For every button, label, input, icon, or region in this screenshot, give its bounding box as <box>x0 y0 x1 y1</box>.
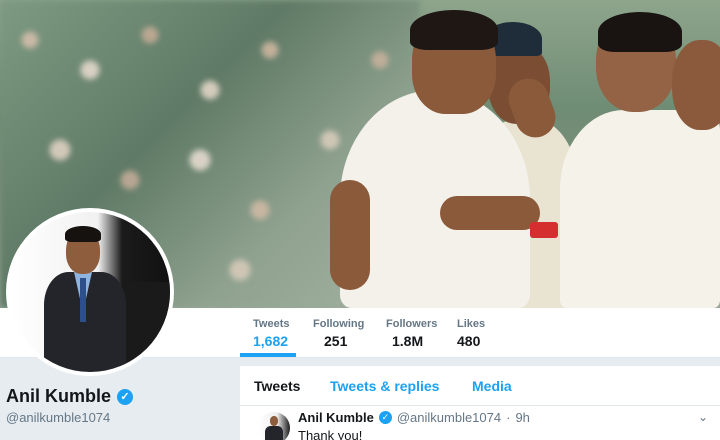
profile-name[interactable]: Anil Kumble ✓ <box>6 386 134 407</box>
banner-jersey-logo <box>530 222 558 238</box>
profile-handle[interactable]: @anilkumble1074 <box>6 410 110 425</box>
avatar-hair <box>65 226 101 242</box>
tab-tweets-and-replies[interactable]: Tweets & replies <box>330 378 439 394</box>
tweet-separator: · <box>506 410 511 425</box>
tab-media[interactable]: Media <box>472 378 512 394</box>
stat-likes[interactable]: Likes 480 <box>457 318 485 349</box>
avatar-background-shape <box>122 282 170 372</box>
banner-player-hair <box>598 12 682 52</box>
banner-player-head <box>672 40 720 130</box>
avatar-tie <box>80 278 86 322</box>
active-stat-underline <box>240 353 296 357</box>
stat-following[interactable]: Following 251 <box>313 318 364 349</box>
banner-player-figure <box>560 110 720 308</box>
tab-tweets[interactable]: Tweets <box>254 378 300 394</box>
avatar-photo <box>10 212 170 372</box>
tweet-header: Anil Kumble ✓ @anilkumble1074 · 9h <box>298 410 530 425</box>
twitter-profile-page: Tweets 1,682 Following 251 Followers 1.8… <box>0 0 720 440</box>
tweet-author-avatar[interactable] <box>258 412 290 440</box>
stat-likes-value: 480 <box>457 333 481 349</box>
stat-followers[interactable]: Followers 1.8M <box>386 318 437 349</box>
profile-avatar[interactable] <box>6 208 174 376</box>
banner-player-hair <box>410 10 498 50</box>
banner-player-arm <box>440 196 540 230</box>
stat-following-value: 251 <box>324 333 348 349</box>
chevron-down-icon[interactable]: ⌄ <box>698 410 708 424</box>
tweet-author-name[interactable]: Anil Kumble <box>298 410 374 425</box>
stat-tweets-label: Tweets <box>253 318 290 330</box>
tweet-text: Thank you! <box>298 428 363 440</box>
tweet-timestamp[interactable]: 9h <box>515 410 529 425</box>
stat-followers-value: 1.8M <box>392 333 424 349</box>
stat-likes-label: Likes <box>457 318 486 330</box>
verified-badge-icon: ✓ <box>378 411 392 424</box>
profile-name-text: Anil Kumble <box>6 386 112 406</box>
tweet-item[interactable]: Anil Kumble ✓ @anilkumble1074 · 9h ⌄ Tha… <box>240 406 720 440</box>
verified-badge-icon: ✓ <box>117 388 134 405</box>
banner-player-arm <box>330 180 370 290</box>
stat-tweets-value: 1,682 <box>253 333 289 349</box>
stat-followers-label: Followers <box>386 318 438 330</box>
tweet-avatar-suit <box>265 426 283 440</box>
stat-following-label: Following <box>313 318 365 330</box>
stat-tweets[interactable]: Tweets 1,682 <box>253 318 289 349</box>
tweet-avatar-head <box>270 416 278 426</box>
tweet-author-handle[interactable]: @anilkumble1074 <box>397 410 501 425</box>
timeline-tabs: Tweets Tweets & replies Media <box>240 366 720 406</box>
